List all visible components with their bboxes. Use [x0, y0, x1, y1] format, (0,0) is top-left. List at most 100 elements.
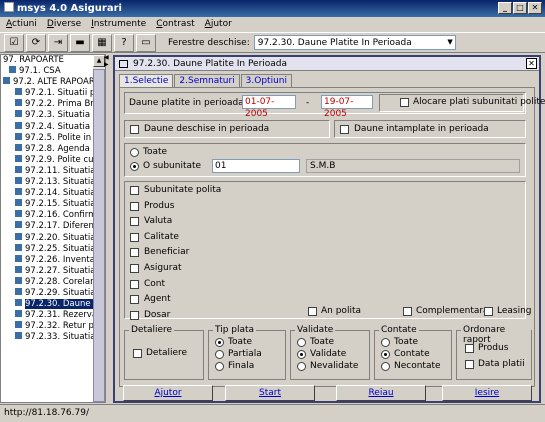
exit-door-icon[interactable]: ⇥ [48, 33, 68, 52]
window-icon[interactable]: ▭ [136, 33, 156, 52]
filter-checkbox[interactable] [130, 217, 139, 227]
complementara-checkbox[interactable] [403, 307, 412, 316]
tree-item-label: 97.2.25. Situatia [25, 243, 96, 254]
tip-plata-toate-radio[interactable] [215, 338, 224, 347]
tree-item[interactable]: 97.2.11. Situatia [1, 165, 105, 177]
tree-item[interactable]: 97.1. CSA [1, 66, 105, 77]
contate-toate-radio[interactable] [381, 338, 390, 347]
start-button[interactable]: Start [225, 385, 315, 401]
contate-necontate-label: Necontate [394, 361, 441, 371]
close-button[interactable]: ✕ [528, 2, 542, 14]
filter-checkbox[interactable] [130, 264, 139, 273]
date-from-field[interactable]: 01-07-2005 [242, 95, 296, 119]
tab-selectie[interactable]: 1.Selectie [119, 74, 174, 87]
date-to-field[interactable]: 19-07-2005 [321, 95, 373, 119]
menu-instrumente[interactable]: Instrumente [91, 17, 146, 32]
subunitate-code-field[interactable]: 01 [212, 159, 300, 173]
splitter-handle[interactable]: ◀ ▶ [104, 54, 112, 74]
tree-item[interactable]: 97.2.33. Situatia [1, 332, 105, 343]
alocare-checkbox[interactable] [400, 98, 409, 107]
validate-nevalidate-radio[interactable] [297, 362, 306, 371]
tree-item[interactable]: 97.2.17. Diferent [1, 221, 105, 232]
tree-item[interactable]: 97.2.15. Situatia [1, 199, 105, 210]
filter-checkbox[interactable] [130, 201, 139, 211]
tree-item[interactable]: 97.2.8. Agenda ac [1, 143, 105, 155]
leasing-label: Leasing [497, 306, 532, 316]
ordonare-group-title: Ordonare raport [461, 325, 531, 345]
tree-item[interactable]: 97.2.25. Situatia [1, 243, 105, 255]
tree-item[interactable]: 97.2.31. Rezerva [1, 310, 105, 321]
open-windows-select[interactable]: 97.2.30. Daune Platite In Perioada ▼ [253, 35, 456, 50]
tree-item-label: 97.2.29. Situatia [25, 287, 96, 298]
checklist-icon[interactable]: ☑ [4, 33, 24, 52]
validate-validate-radio[interactable] [297, 350, 306, 359]
tree-item[interactable]: 97.2.4. Situatia po [1, 121, 105, 133]
o-subunitate-radio[interactable] [130, 162, 139, 171]
report-icon [15, 99, 22, 107]
tree-item[interactable]: 97.2.28. Corelare [1, 276, 105, 288]
filter-checkbox[interactable] [130, 279, 139, 289]
ajutor-button[interactable]: Ajutor [123, 385, 213, 401]
tree-item[interactable]: 97.2.2. Prima Bru [1, 99, 105, 110]
tree-item[interactable]: 97. RAPOARTE [1, 55, 105, 66]
refresh-icon[interactable]: ⟳ [26, 33, 46, 52]
tree-item[interactable]: 97.2.27. Situatia [1, 265, 105, 277]
toate-radio[interactable] [130, 148, 139, 157]
iesire-button[interactable]: Iesire [442, 385, 532, 401]
menu-ajutor[interactable]: Ajutor [205, 17, 232, 32]
tree-item-label: 97.2.27. Situatia [25, 265, 96, 276]
calendar-icon[interactable]: ▦ [92, 33, 112, 52]
report-icon [15, 310, 22, 318]
tree-item[interactable]: 97.2.3. Situatia po [1, 110, 105, 121]
tab-semnaturi[interactable]: 2.Semnaturi [174, 74, 240, 87]
tree-item[interactable]: 97.2. ALTE RAPOARTE [1, 77, 105, 88]
filter-checkbox[interactable] [130, 232, 139, 242]
scroll-thumb[interactable] [93, 69, 105, 402]
tree-scrollbar[interactable]: ▲ [93, 55, 105, 402]
tree-item[interactable]: 97.2.14. Situatia [1, 188, 105, 199]
filter-checkbox[interactable] [130, 248, 139, 258]
detaliere-checkbox[interactable] [133, 349, 142, 358]
tip-plata-partiala-radio[interactable] [215, 350, 224, 359]
tree-item[interactable]: 97.2.9. Polite cu r [1, 154, 105, 166]
menu-bar: Actiuni Diverse Instrumente Contrast Aju… [0, 17, 545, 32]
tree-item[interactable]: 97.2.30. Daune P [1, 299, 105, 310]
menu-actiuni[interactable]: Actiuni [6, 17, 37, 32]
help-icon[interactable]: ? [114, 33, 134, 52]
ordonare-data-checkbox[interactable] [465, 360, 474, 369]
contate-necontate-radio[interactable] [381, 362, 390, 371]
tree-item[interactable]: 97.2.26. Inventar [1, 254, 105, 266]
internal-window-title: 97.2.30. Daune Platite In Perioada [133, 59, 288, 69]
detaliere-group-title: Detaliere [129, 325, 175, 335]
ordonare-produs-checkbox[interactable] [465, 344, 474, 353]
tree-item[interactable]: 97.2.5. Polite in c [1, 132, 105, 144]
contate-contate-radio[interactable] [381, 350, 390, 359]
leasing-checkbox[interactable] [484, 307, 493, 316]
daune-deschise-checkbox[interactable] [130, 125, 139, 134]
an-polita-checkbox[interactable] [308, 307, 317, 316]
menu-contrast[interactable]: Contrast [156, 17, 194, 32]
tree-item[interactable]: 97.2.20. Situatia [1, 232, 105, 244]
reiau-button[interactable]: Reiau [336, 385, 426, 401]
tree-item[interactable]: 97.2.32. Retur pri [1, 321, 105, 332]
filter-label: Calitate [144, 231, 179, 242]
daune-intamplate-checkbox[interactable] [340, 125, 349, 134]
tab-optiuni[interactable]: 3.Optiuni [240, 74, 292, 87]
report-icon [15, 132, 22, 140]
tree-item[interactable]: 97.2.29. Situatia [1, 287, 105, 299]
maximize-button[interactable]: □ [513, 2, 527, 14]
tree-item[interactable]: 97.2.1. Situatii po [1, 88, 105, 99]
tip-plata-finala-radio[interactable] [215, 362, 224, 371]
filter-checkbox[interactable] [130, 295, 139, 305]
report-icon [15, 88, 22, 96]
filter-checkbox[interactable] [130, 310, 139, 320]
close-icon[interactable]: ✕ [526, 58, 537, 69]
card-icon[interactable]: ▬ [70, 33, 90, 52]
filter-checkbox[interactable] [130, 186, 139, 195]
minimize-button[interactable]: _ [498, 2, 512, 14]
menu-diverse[interactable]: Diverse [47, 17, 81, 32]
tree-item-label: 97.2.26. Inventar [25, 254, 99, 265]
tree-item[interactable]: 97.2.13. Situatia [1, 177, 105, 188]
tree-item[interactable]: 97.2.16. Confirma [1, 210, 105, 221]
validate-toate-radio[interactable] [297, 338, 306, 347]
